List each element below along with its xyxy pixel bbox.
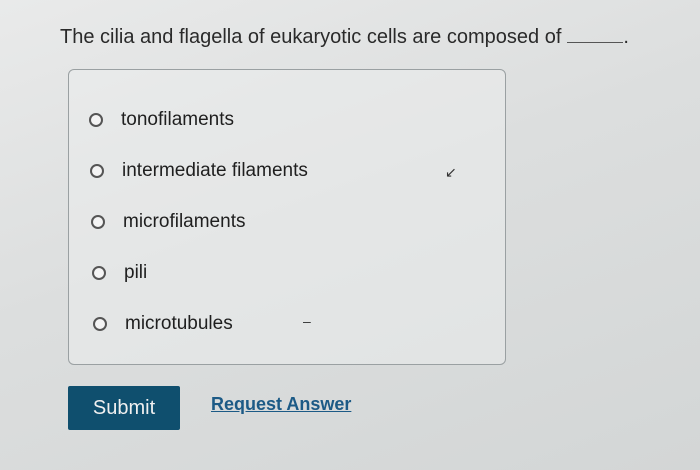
option-tonofilaments[interactable]: tonofilaments <box>89 105 234 135</box>
option-label: microtubules <box>125 313 233 334</box>
radio-button[interactable] <box>90 164 104 178</box>
pen-dash-mark: – <box>303 313 311 329</box>
option-label: pili <box>124 262 148 283</box>
option-microfilaments[interactable]: microfilaments <box>91 207 245 237</box>
question-period: . <box>623 26 629 48</box>
question-prompt: The cilia and flagella of eukaryotic cel… <box>60 26 562 48</box>
radio-button[interactable] <box>89 113 103 127</box>
radio-button[interactable] <box>93 317 107 331</box>
option-pili[interactable]: pili <box>92 258 147 288</box>
option-label: microfilaments <box>123 211 246 232</box>
submit-button[interactable]: Submit <box>68 386 180 430</box>
request-answer-link[interactable]: Request Answer <box>211 394 351 415</box>
option-intermediate-filaments[interactable]: intermediate filaments <box>90 156 308 186</box>
option-microtubules[interactable]: microtubules <box>93 309 233 339</box>
answer-blank <box>567 28 624 43</box>
option-label: tonofilaments <box>121 109 235 130</box>
radio-button[interactable] <box>92 266 106 280</box>
option-label: intermediate filaments <box>122 160 308 181</box>
radio-button[interactable] <box>91 215 105 229</box>
pen-tick-mark: ↙ <box>445 164 457 180</box>
answer-options-box: tonofilaments intermediate filaments mic… <box>68 69 506 365</box>
question-text: The cilia and flagella of eukaryotic cel… <box>60 26 629 49</box>
